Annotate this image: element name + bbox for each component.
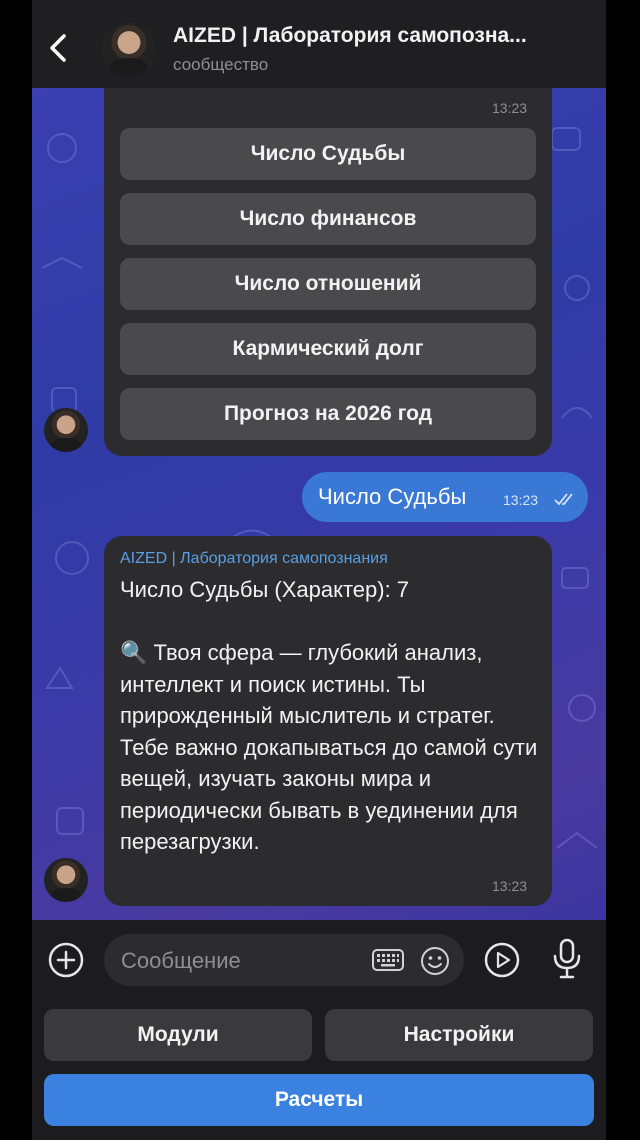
outgoing-message: Число Судьбы 13:23 [302, 472, 588, 522]
sender-avatar[interactable] [44, 408, 88, 452]
chevron-left-icon [50, 34, 66, 62]
back-button[interactable] [44, 28, 74, 68]
outgoing-message-text: Число Судьбы [318, 484, 467, 509]
outgoing-message-time: 13:23 [503, 492, 539, 508]
reply-button-modules[interactable]: Модули [44, 1009, 312, 1061]
message-list[interactable]: 13:23 Число Судьбы Число финансов Число … [32, 88, 606, 920]
attach-button[interactable] [48, 942, 84, 978]
message-input-placeholder: Сообщение [121, 948, 241, 973]
play-circle-icon[interactable] [484, 942, 520, 978]
bot-keyboard-icon[interactable] [372, 949, 404, 971]
inline-button-forecast[interactable]: Прогноз на 2026 год [120, 388, 536, 440]
chat-header: AIZED | Лаборатория самопозна... сообщес… [32, 0, 606, 88]
inline-keyboard-message: 13:23 Число Судьбы Число финансов Число … [104, 88, 552, 456]
inline-button-relationships[interactable]: Число отношений [120, 258, 536, 310]
reply-button-calculations[interactable]: Расчеты [44, 1074, 594, 1126]
sender-avatar[interactable] [44, 858, 88, 902]
emoji-icon[interactable] [420, 946, 450, 976]
incoming-message: AIZED | Лаборатория самопознания Число С… [104, 536, 552, 906]
reply-keyboard: Модули Настройки Расчеты [32, 1000, 606, 1140]
inline-button-destiny[interactable]: Число Судьбы [120, 128, 536, 180]
sender-name[interactable]: AIZED | Лаборатория самопознания [120, 550, 388, 568]
chat-title[interactable]: AIZED | Лаборатория самопозна... [173, 24, 593, 48]
inline-button-karmic-debt[interactable]: Кармический долг [120, 323, 536, 375]
read-checkmarks-icon [554, 493, 573, 506]
inline-button-finance[interactable]: Число финансов [120, 193, 536, 245]
chat-subtitle: сообщество [173, 55, 269, 74]
community-avatar[interactable] [102, 22, 156, 76]
microphone-icon[interactable] [552, 938, 582, 980]
incoming-message-time: 13:23 [492, 878, 528, 894]
message-composer: Сообщение [32, 920, 606, 1000]
message-time: 13:23 [492, 100, 528, 116]
message-input[interactable]: Сообщение [104, 934, 464, 986]
chat-screen: AIZED | Лаборатория самопозна... сообщес… [32, 0, 606, 1140]
plus-circle-icon [48, 942, 84, 978]
reply-button-settings[interactable]: Настройки [325, 1009, 593, 1061]
incoming-message-text: Число Судьбы (Характер): 7 🔍 Твоя сфера … [120, 577, 538, 854]
